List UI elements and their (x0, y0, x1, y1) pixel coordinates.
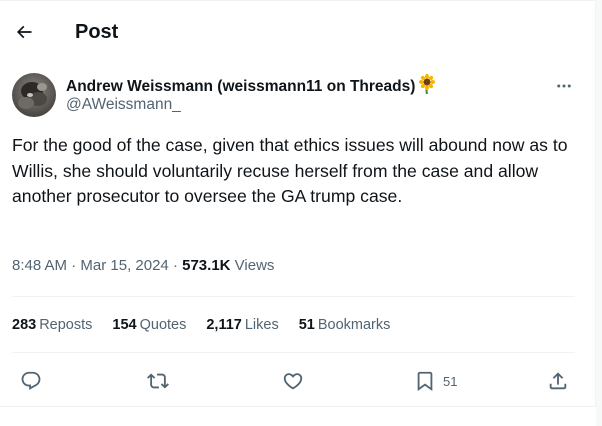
action-bar: 51 (0, 363, 596, 399)
page-title: Post (75, 21, 119, 43)
reply-button[interactable] (20, 363, 42, 399)
more-options-button[interactable] (550, 72, 578, 100)
share-icon (549, 372, 567, 390)
avatar[interactable] (12, 73, 56, 117)
back-button[interactable] (9, 17, 39, 47)
bookmarks-label: Bookmarks (317, 317, 391, 333)
post-date[interactable]: Mar 15, 2024 (80, 257, 168, 274)
reposts-count: 283 (12, 317, 37, 333)
scroll-edge (596, 0, 602, 426)
reposts-label: Reposts (39, 317, 93, 333)
share-button[interactable] (547, 363, 569, 399)
post-text: For the good of the case, given that eth… (12, 135, 568, 206)
avatar-image (12, 73, 56, 117)
stat-likes[interactable]: 2,117 Likes (206, 315, 278, 335)
divider (12, 352, 575, 353)
bookmarks-count: 51 (298, 317, 315, 333)
stat-quotes[interactable]: 154 Quotes (112, 315, 186, 335)
sunflower-icon (416, 73, 438, 100)
quotes-label: Quotes (139, 317, 187, 333)
heart-icon (283, 373, 303, 390)
likes-label: Likes (244, 317, 279, 333)
author-name-text: Andrew Weissmann (weissmann11 on Threads… (66, 78, 416, 95)
quotes-count: 154 (112, 317, 137, 333)
meta-separator: · (172, 257, 178, 274)
divider (12, 296, 575, 297)
meta-separator: · (71, 257, 77, 274)
views-label: Views (234, 257, 275, 274)
like-button[interactable] (282, 363, 304, 399)
page-header: Post (0, 0, 596, 64)
post-time[interactable]: 8:48 AM (12, 257, 67, 274)
post-stats: 283 Reposts 154 Quotes 2,117 Likes 51 Bookma… (12, 315, 390, 335)
stat-bookmarks[interactable]: 51 Bookmarks (299, 315, 391, 335)
repost-icon (147, 373, 169, 389)
reply-icon (21, 371, 41, 390)
more-dots-icon (557, 84, 571, 88)
bookmark-icon (417, 371, 433, 392)
likes-count: 2,117 (206, 317, 242, 333)
views-count: 573.1K (182, 257, 231, 274)
stat-reposts[interactable]: 283 Reposts (12, 315, 92, 335)
bookmark-action-count: 51 (443, 373, 458, 389)
post-detail-panel: Post Andrew Weissmann (weissmann11 on Th… (0, 0, 596, 407)
author-handle[interactable]: @AWeissmann_ (66, 95, 181, 115)
post-meta: 8:48 AM · Mar 15, 2024 · 573.1K Views (12, 256, 274, 276)
arrow-left-icon (16, 25, 32, 39)
bookmark-button[interactable]: 51 (414, 363, 457, 399)
repost-button[interactable] (147, 363, 169, 399)
